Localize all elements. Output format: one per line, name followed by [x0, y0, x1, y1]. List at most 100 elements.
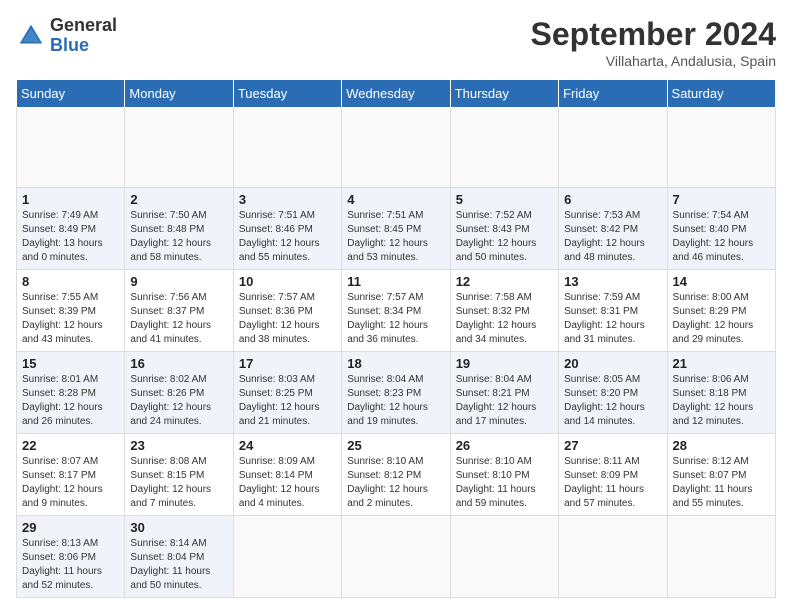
calendar-cell: 19 Sunrise: 8:04 AMSunset: 8:21 PMDaylig…: [450, 352, 558, 434]
day-info: Sunrise: 8:12 AMSunset: 8:07 PMDaylight:…: [673, 456, 753, 509]
calendar-week-row: 8 Sunrise: 7:55 AMSunset: 8:39 PMDayligh…: [17, 270, 776, 352]
day-number: 4: [347, 192, 444, 207]
day-number: 15: [22, 356, 119, 371]
day-info: Sunrise: 8:03 AMSunset: 8:25 PMDaylight:…: [239, 374, 320, 427]
day-number: 2: [130, 192, 227, 207]
calendar-week-row: 22 Sunrise: 8:07 AMSunset: 8:17 PMDaylig…: [17, 434, 776, 516]
calendar-cell: 10 Sunrise: 7:57 AMSunset: 8:36 PMDaylig…: [233, 270, 341, 352]
col-wednesday: Wednesday: [342, 80, 450, 108]
day-number: 11: [347, 274, 444, 289]
calendar-cell: 4 Sunrise: 7:51 AMSunset: 8:45 PMDayligh…: [342, 188, 450, 270]
day-info: Sunrise: 7:54 AMSunset: 8:40 PMDaylight:…: [673, 210, 754, 263]
calendar-cell: 13 Sunrise: 7:59 AMSunset: 8:31 PMDaylig…: [559, 270, 667, 352]
day-info: Sunrise: 7:59 AMSunset: 8:31 PMDaylight:…: [564, 292, 645, 345]
calendar-week-row: 1 Sunrise: 7:49 AMSunset: 8:49 PMDayligh…: [17, 188, 776, 270]
calendar-cell: 1 Sunrise: 7:49 AMSunset: 8:49 PMDayligh…: [17, 188, 125, 270]
calendar-cell: [125, 108, 233, 188]
logo-general-text: General: [50, 16, 117, 36]
col-friday: Friday: [559, 80, 667, 108]
day-number: 8: [22, 274, 119, 289]
day-number: 19: [456, 356, 553, 371]
calendar-cell: 5 Sunrise: 7:52 AMSunset: 8:43 PMDayligh…: [450, 188, 558, 270]
month-title: September 2024: [531, 16, 776, 53]
col-tuesday: Tuesday: [233, 80, 341, 108]
day-number: 6: [564, 192, 661, 207]
calendar-cell: [233, 108, 341, 188]
calendar-cell: [559, 108, 667, 188]
logo: General Blue: [16, 16, 117, 56]
day-number: 12: [456, 274, 553, 289]
day-info: Sunrise: 7:55 AMSunset: 8:39 PMDaylight:…: [22, 292, 103, 345]
day-info: Sunrise: 8:04 AMSunset: 8:23 PMDaylight:…: [347, 374, 428, 427]
day-info: Sunrise: 7:57 AMSunset: 8:36 PMDaylight:…: [239, 292, 320, 345]
logo-text: General Blue: [50, 16, 117, 56]
day-number: 29: [22, 520, 119, 535]
calendar-cell: [559, 516, 667, 598]
calendar-cell: 15 Sunrise: 8:01 AMSunset: 8:28 PMDaylig…: [17, 352, 125, 434]
calendar-cell: 18 Sunrise: 8:04 AMSunset: 8:23 PMDaylig…: [342, 352, 450, 434]
day-number: 3: [239, 192, 336, 207]
day-number: 30: [130, 520, 227, 535]
day-info: Sunrise: 8:06 AMSunset: 8:18 PMDaylight:…: [673, 374, 754, 427]
calendar-cell: 11 Sunrise: 7:57 AMSunset: 8:34 PMDaylig…: [342, 270, 450, 352]
day-number: 21: [673, 356, 770, 371]
calendar-cell: 6 Sunrise: 7:53 AMSunset: 8:42 PMDayligh…: [559, 188, 667, 270]
title-block: September 2024 Villaharta, Andalusia, Sp…: [531, 16, 776, 69]
calendar-cell: 16 Sunrise: 8:02 AMSunset: 8:26 PMDaylig…: [125, 352, 233, 434]
day-number: 13: [564, 274, 661, 289]
day-number: 24: [239, 438, 336, 453]
day-info: Sunrise: 8:14 AMSunset: 8:04 PMDaylight:…: [130, 538, 210, 591]
col-saturday: Saturday: [667, 80, 775, 108]
calendar-cell: 14 Sunrise: 8:00 AMSunset: 8:29 PMDaylig…: [667, 270, 775, 352]
day-info: Sunrise: 7:56 AMSunset: 8:37 PMDaylight:…: [130, 292, 211, 345]
header: General Blue September 2024 Villaharta, …: [16, 16, 776, 69]
day-number: 16: [130, 356, 227, 371]
calendar-cell: 9 Sunrise: 7:56 AMSunset: 8:37 PMDayligh…: [125, 270, 233, 352]
calendar-cell: [667, 108, 775, 188]
calendar-cell: 26 Sunrise: 8:10 AMSunset: 8:10 PMDaylig…: [450, 434, 558, 516]
day-number: 23: [130, 438, 227, 453]
logo-blue-text: Blue: [50, 36, 117, 56]
calendar-week-row: 15 Sunrise: 8:01 AMSunset: 8:28 PMDaylig…: [17, 352, 776, 434]
calendar-cell: 17 Sunrise: 8:03 AMSunset: 8:25 PMDaylig…: [233, 352, 341, 434]
calendar-week-row: [17, 108, 776, 188]
calendar-cell: [233, 516, 341, 598]
day-info: Sunrise: 7:58 AMSunset: 8:32 PMDaylight:…: [456, 292, 537, 345]
day-info: Sunrise: 7:52 AMSunset: 8:43 PMDaylight:…: [456, 210, 537, 263]
calendar-cell: [450, 516, 558, 598]
calendar-cell: [450, 108, 558, 188]
calendar-cell: [342, 516, 450, 598]
day-number: 10: [239, 274, 336, 289]
calendar-cell: 3 Sunrise: 7:51 AMSunset: 8:46 PMDayligh…: [233, 188, 341, 270]
day-info: Sunrise: 7:57 AMSunset: 8:34 PMDaylight:…: [347, 292, 428, 345]
day-info: Sunrise: 8:09 AMSunset: 8:14 PMDaylight:…: [239, 456, 320, 509]
day-number: 25: [347, 438, 444, 453]
day-number: 18: [347, 356, 444, 371]
calendar-cell: [667, 516, 775, 598]
day-number: 22: [22, 438, 119, 453]
day-number: 1: [22, 192, 119, 207]
calendar-cell: [17, 108, 125, 188]
calendar-cell: 21 Sunrise: 8:06 AMSunset: 8:18 PMDaylig…: [667, 352, 775, 434]
day-number: 20: [564, 356, 661, 371]
col-monday: Monday: [125, 80, 233, 108]
day-info: Sunrise: 8:04 AMSunset: 8:21 PMDaylight:…: [456, 374, 537, 427]
day-info: Sunrise: 8:08 AMSunset: 8:15 PMDaylight:…: [130, 456, 211, 509]
calendar-cell: 7 Sunrise: 7:54 AMSunset: 8:40 PMDayligh…: [667, 188, 775, 270]
day-info: Sunrise: 7:49 AMSunset: 8:49 PMDaylight:…: [22, 210, 103, 263]
day-info: Sunrise: 8:05 AMSunset: 8:20 PMDaylight:…: [564, 374, 645, 427]
calendar-cell: 28 Sunrise: 8:12 AMSunset: 8:07 PMDaylig…: [667, 434, 775, 516]
calendar-cell: 25 Sunrise: 8:10 AMSunset: 8:12 PMDaylig…: [342, 434, 450, 516]
location-subtitle: Villaharta, Andalusia, Spain: [531, 53, 776, 69]
day-number: 5: [456, 192, 553, 207]
calendar-week-row: 29 Sunrise: 8:13 AMSunset: 8:06 PMDaylig…: [17, 516, 776, 598]
day-number: 9: [130, 274, 227, 289]
day-number: 28: [673, 438, 770, 453]
calendar-body: 1 Sunrise: 7:49 AMSunset: 8:49 PMDayligh…: [17, 108, 776, 598]
day-number: 17: [239, 356, 336, 371]
day-number: 7: [673, 192, 770, 207]
calendar-cell: 2 Sunrise: 7:50 AMSunset: 8:48 PMDayligh…: [125, 188, 233, 270]
calendar-cell: 12 Sunrise: 7:58 AMSunset: 8:32 PMDaylig…: [450, 270, 558, 352]
day-info: Sunrise: 8:10 AMSunset: 8:12 PMDaylight:…: [347, 456, 428, 509]
day-info: Sunrise: 8:13 AMSunset: 8:06 PMDaylight:…: [22, 538, 102, 591]
